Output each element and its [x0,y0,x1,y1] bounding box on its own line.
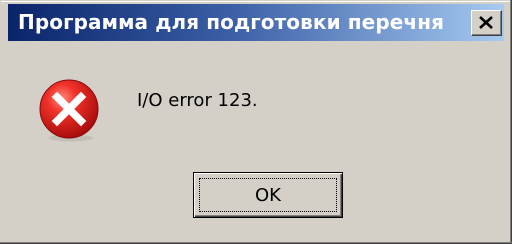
dialog-frame-left [0,0,1,242]
error-dialog: Программа для подготовки перечня I/O err… [0,0,512,244]
title-bar[interactable]: Программа для подготовки перечня [8,4,504,41]
ok-button-label: OK [255,184,281,206]
error-icon [39,79,99,142]
close-icon [479,16,493,29]
dialog-frame-top [0,0,510,2]
error-message: I/O error 123. [137,90,258,111]
dialog-title: Программа для подготовки перечня [18,10,445,34]
ok-button[interactable]: OK [193,172,343,218]
close-button[interactable] [471,10,502,36]
